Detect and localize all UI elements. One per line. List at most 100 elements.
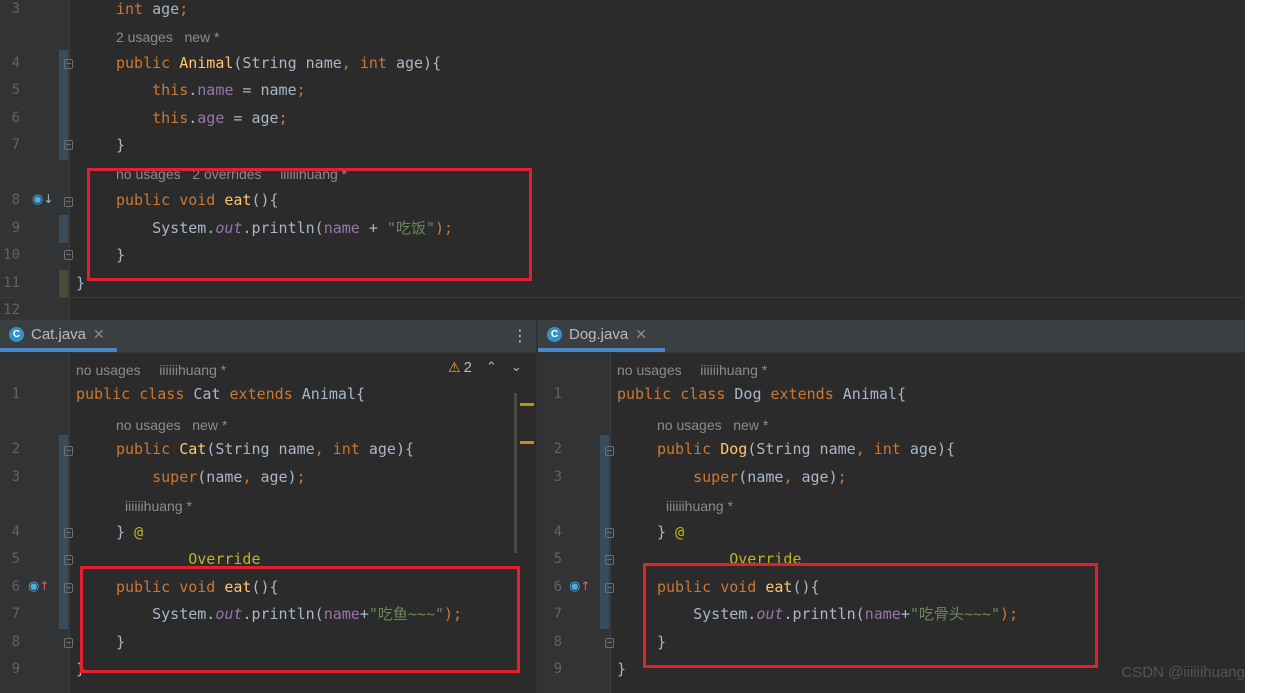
line-number: 6 xyxy=(11,579,20,595)
fold-marker-icon[interactable] xyxy=(64,638,73,648)
line-number: 5 xyxy=(11,551,20,567)
inlay-hint[interactable]: iiiiiihuang * xyxy=(118,495,192,517)
highlight-box-cat-eat xyxy=(80,566,520,673)
line-number: 5 xyxy=(553,551,562,567)
highlight-box-animal-eat xyxy=(87,168,532,281)
close-icon[interactable]: ✕ xyxy=(93,326,105,343)
inlay-hint[interactable]: no usages iiiiiihuang * xyxy=(617,359,767,381)
code-line[interactable]: public Animal(String name, int age){ xyxy=(116,50,441,77)
code-token: , xyxy=(855,440,874,458)
line-number: 7 xyxy=(553,606,562,622)
code-token: extends xyxy=(229,385,302,403)
tab-cat-java[interactable]: C Cat.java ✕ xyxy=(0,320,117,352)
code-token: } xyxy=(116,523,135,541)
code-token: age xyxy=(152,0,180,18)
line-number: 4 xyxy=(11,55,20,71)
inlay-hint[interactable]: 2 usages new * xyxy=(116,26,220,48)
code-token: class xyxy=(139,385,194,403)
code-line[interactable]: this.name = name; xyxy=(116,77,306,104)
tab-label: Cat.java xyxy=(31,325,87,343)
code-line[interactable]: super(name, age); xyxy=(657,464,847,491)
fold-marker-icon[interactable] xyxy=(64,197,73,207)
line-number: 11 xyxy=(3,275,20,291)
code-token: Dog xyxy=(720,440,748,458)
java-class-icon: C xyxy=(9,326,24,342)
inlay-hint[interactable]: no usages new * xyxy=(116,414,227,436)
tab-label: Dog.java xyxy=(569,325,629,343)
code-line[interactable]: } xyxy=(116,132,125,159)
fold-marker-icon[interactable] xyxy=(64,59,73,69)
line-number: 5 xyxy=(11,82,20,98)
code-line[interactable]: super(name, age); xyxy=(116,464,306,491)
line-number: 6 xyxy=(11,110,20,126)
fold-marker-icon[interactable] xyxy=(64,140,73,150)
code-line[interactable]: public Dog(String name, int age){ xyxy=(657,436,955,463)
fold-marker-icon[interactable] xyxy=(605,528,614,538)
fold-marker-icon[interactable] xyxy=(64,446,73,456)
line-number: 1 xyxy=(553,386,562,402)
code-token: Cat xyxy=(179,440,207,458)
line-number: 9 xyxy=(11,220,20,236)
line-number: 7 xyxy=(11,137,20,153)
ide-window: 3 int age; 2 usages new * 4 public Animal(St… xyxy=(0,0,1245,693)
code-token: name xyxy=(197,81,234,99)
code-token: = name xyxy=(233,81,297,99)
overriding-method-icon[interactable]: ◉↑ xyxy=(569,579,590,594)
fold-marker-icon[interactable] xyxy=(64,250,73,260)
code-token: age) xyxy=(260,468,297,486)
inlay-hint[interactable]: iiiiiihuang * xyxy=(659,495,733,517)
overridden-method-icon[interactable]: ◉↓ xyxy=(32,192,53,207)
tab-dog-java[interactable]: C Dog.java ✕ xyxy=(538,320,665,352)
code-line[interactable]: } xyxy=(617,656,626,683)
code-token: super xyxy=(657,468,739,486)
fold-marker-icon[interactable] xyxy=(605,583,614,593)
line-number: 2 xyxy=(11,441,20,457)
code-token: } xyxy=(76,274,86,292)
overriding-method-icon[interactable]: ◉↑ xyxy=(28,579,49,594)
more-vertical-icon[interactable]: ⋮ xyxy=(512,325,528,347)
highlight-box-dog-eat xyxy=(643,563,1098,668)
code-line[interactable]: } @ xyxy=(116,519,143,546)
code-line[interactable]: int age; xyxy=(116,0,188,23)
inlay-hint[interactable]: no usages new * xyxy=(657,414,768,436)
code-token: int xyxy=(116,0,153,18)
fold-marker-icon[interactable] xyxy=(64,583,73,593)
code-line[interactable]: public Cat(String name, int age){ xyxy=(116,436,414,463)
line-number: 10 xyxy=(3,247,20,263)
code-token: . xyxy=(188,81,198,99)
code-token: = age xyxy=(224,109,279,127)
fold-marker-icon[interactable] xyxy=(64,555,73,565)
fold-marker-icon[interactable] xyxy=(605,638,614,648)
close-icon[interactable]: ✕ xyxy=(635,326,647,343)
inspection-widget[interactable]: ⚠ 2 ⌃ ⌄ xyxy=(448,359,522,376)
line-number: 4 xyxy=(11,524,20,540)
chevron-up-icon[interactable]: ⌃ xyxy=(486,360,497,375)
fold-marker-icon[interactable] xyxy=(605,446,614,456)
fold-marker-icon[interactable] xyxy=(64,528,73,538)
code-token: public xyxy=(76,385,140,403)
warning-scroll-marker[interactable] xyxy=(520,441,534,444)
code-token: age){ xyxy=(368,440,415,458)
inlay-hint[interactable]: no usages iiiiiihuang * xyxy=(76,359,226,381)
code-token: ; xyxy=(278,109,288,127)
chevron-down-icon[interactable]: ⌄ xyxy=(511,360,522,375)
code-token: (name xyxy=(738,468,784,486)
code-token: Animal{ xyxy=(301,385,365,403)
code-line[interactable]: this.age = age; xyxy=(116,105,288,132)
scrollbar[interactable] xyxy=(514,393,517,553)
line-number: 8 xyxy=(11,192,20,208)
code-line[interactable]: public class Cat extends Animal{ xyxy=(76,381,365,408)
code-token: age xyxy=(197,109,225,127)
line-number: 3 xyxy=(553,469,562,485)
code-token: (name xyxy=(197,468,243,486)
code-token: age){ xyxy=(395,54,442,72)
code-token: class xyxy=(680,385,735,403)
line-number: 3 xyxy=(11,469,20,485)
warning-scroll-marker[interactable] xyxy=(520,403,534,406)
code-line[interactable]: public class Dog extends Animal{ xyxy=(617,381,906,408)
fold-marker-icon[interactable] xyxy=(605,555,614,565)
line-number: 2 xyxy=(553,441,562,457)
code-line[interactable]: } @ xyxy=(657,519,684,546)
code-token: } xyxy=(657,523,676,541)
code-line[interactable]: } xyxy=(76,270,85,297)
